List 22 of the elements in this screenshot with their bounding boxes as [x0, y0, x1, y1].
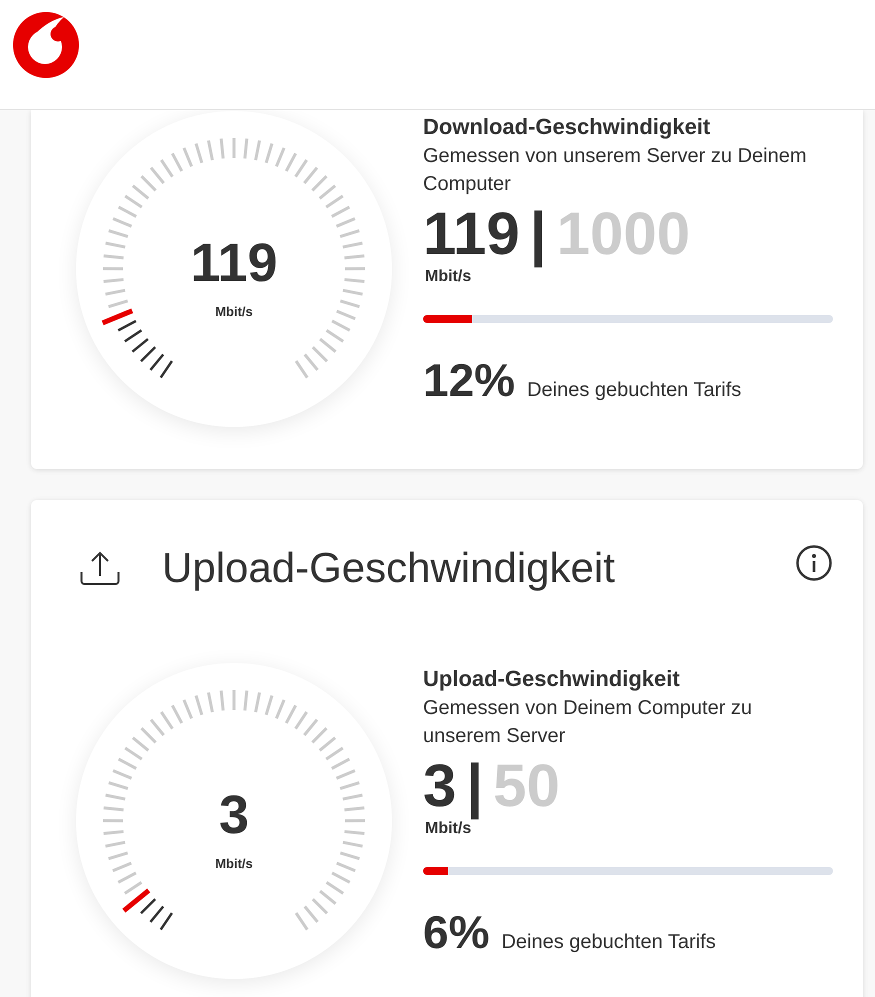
result-description: Gemessen von unserem Server zu Deinem Computer	[423, 144, 808, 197]
gauge-unit: Mbit/s	[215, 304, 253, 318]
measured-speed: 119	[423, 204, 520, 264]
result-description: Gemessen von Deinem Computer zu unserem Server	[423, 696, 754, 749]
percent-value: 6%	[423, 905, 490, 959]
percent-value: 12%	[423, 353, 516, 407]
result-title: Download-Geschwindigkeit	[423, 114, 710, 140]
gauge-value: 3	[218, 788, 250, 842]
gauge-unit: Mbit/s	[215, 856, 253, 870]
measured-speed: 3	[423, 756, 456, 816]
speed-unit: Mbit/s	[425, 820, 472, 838]
percent-label: Deines gebuchten Tarifs	[527, 379, 742, 402]
info-icon[interactable]	[796, 545, 832, 581]
speed-unit: Mbit/s	[425, 268, 472, 286]
result-title: Upload-Geschwindigkeit	[423, 666, 680, 692]
logo-icon[interactable]	[13, 12, 79, 78]
percent-label: Deines gebuchten Tarifs	[501, 931, 716, 954]
gauge-marker	[102, 308, 134, 326]
gauge-marker	[122, 888, 150, 913]
gauge-value: 119	[190, 236, 278, 290]
section-heading: Upload-Geschwindigkeit	[162, 545, 615, 591]
upload-icon	[80, 550, 120, 586]
